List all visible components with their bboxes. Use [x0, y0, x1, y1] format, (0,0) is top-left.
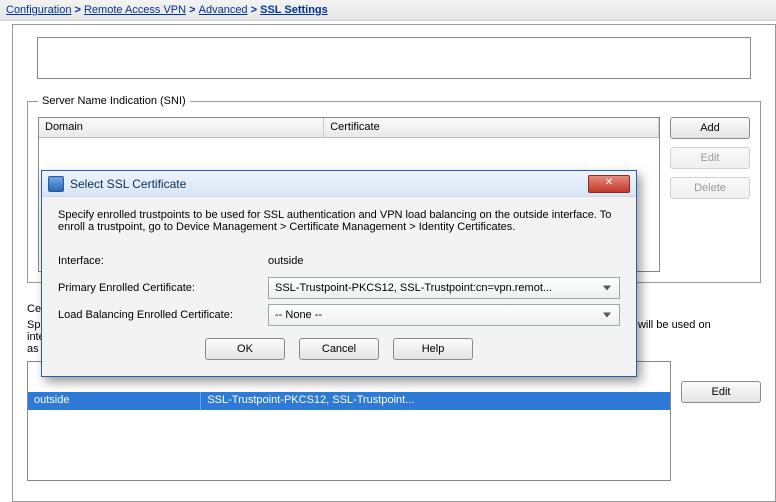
- breadcrumb-configuration[interactable]: Configuration: [6, 4, 71, 16]
- dialog-titlebar[interactable]: Select SSL Certificate ✕: [42, 171, 636, 197]
- breadcrumb: Configuration > Remote Access VPN > Adva…: [0, 0, 776, 21]
- lb-cert-label: Load Balancing Enrolled Certificate:: [58, 309, 268, 321]
- row-lb-cert: Load Balancing Enrolled Certificate: -- …: [58, 301, 620, 328]
- interface-value: outside: [268, 255, 620, 267]
- select-ssl-certificate-dialog: Select SSL Certificate ✕ Specify enrolle…: [41, 170, 637, 377]
- sni-col-domain[interactable]: Domain: [39, 118, 324, 137]
- edit-button: Edit: [670, 147, 750, 169]
- close-icon[interactable]: ✕: [588, 175, 630, 193]
- interface-label: Interface:: [58, 255, 268, 267]
- delete-button: Delete: [670, 177, 750, 199]
- ok-button[interactable]: OK: [205, 338, 285, 360]
- top-textarea[interactable]: [37, 37, 751, 79]
- add-button[interactable]: Add: [670, 117, 750, 139]
- certificates-edit-button[interactable]: Edit: [681, 381, 761, 403]
- breadcrumb-advanced[interactable]: Advanced: [199, 4, 248, 16]
- breadcrumb-sep: >: [251, 4, 260, 16]
- primary-cert-value: SSL-Trustpoint-PKCS12, SSL-Trustpoint:cn…: [275, 282, 552, 294]
- sni-table-header: Domain Certificate: [39, 118, 659, 138]
- row-interface: Interface: outside: [58, 247, 620, 274]
- primary-cert-dropdown[interactable]: SSL-Trustpoint-PKCS12, SSL-Trustpoint:cn…: [268, 277, 620, 299]
- breadcrumb-sep: >: [189, 4, 198, 16]
- primary-cert-label: Primary Enrolled Certificate:: [58, 282, 268, 294]
- breadcrumb-current: SSL Settings: [260, 4, 328, 16]
- sni-legend: Server Name Indication (SNI): [38, 95, 190, 107]
- cert-row-interface: outside: [28, 392, 201, 410]
- table-row[interactable]: outside SSL-Trustpoint-PKCS12, SSL-Trust…: [28, 392, 670, 410]
- lb-cert-value: -- None --: [275, 309, 322, 321]
- breadcrumb-sep: >: [75, 4, 84, 16]
- row-primary-cert: Primary Enrolled Certificate: SSL-Trustp…: [58, 274, 620, 301]
- dialog-title: Select SSL Certificate: [70, 177, 186, 191]
- lb-cert-dropdown[interactable]: -- None --: [268, 304, 620, 326]
- certificates-table[interactable]: outside SSL-Trustpoint-PKCS12, SSL-Trust…: [27, 361, 671, 481]
- dialog-buttons: OK Cancel Help: [58, 328, 620, 372]
- cert-row-value: SSL-Trustpoint-PKCS12, SSL-Trustpoint...: [201, 392, 670, 410]
- breadcrumb-remote-access-vpn[interactable]: Remote Access VPN: [84, 4, 186, 16]
- help-button[interactable]: Help: [393, 338, 473, 360]
- dialog-body: Specify enrolled trustpoints to be used …: [42, 197, 636, 376]
- dialog-icon: [48, 176, 64, 192]
- cancel-button[interactable]: Cancel: [299, 338, 379, 360]
- dialog-description: Specify enrolled trustpoints to be used …: [58, 209, 620, 233]
- sni-button-column: Add Edit Delete: [670, 117, 750, 199]
- sni-col-certificate[interactable]: Certificate: [324, 118, 659, 137]
